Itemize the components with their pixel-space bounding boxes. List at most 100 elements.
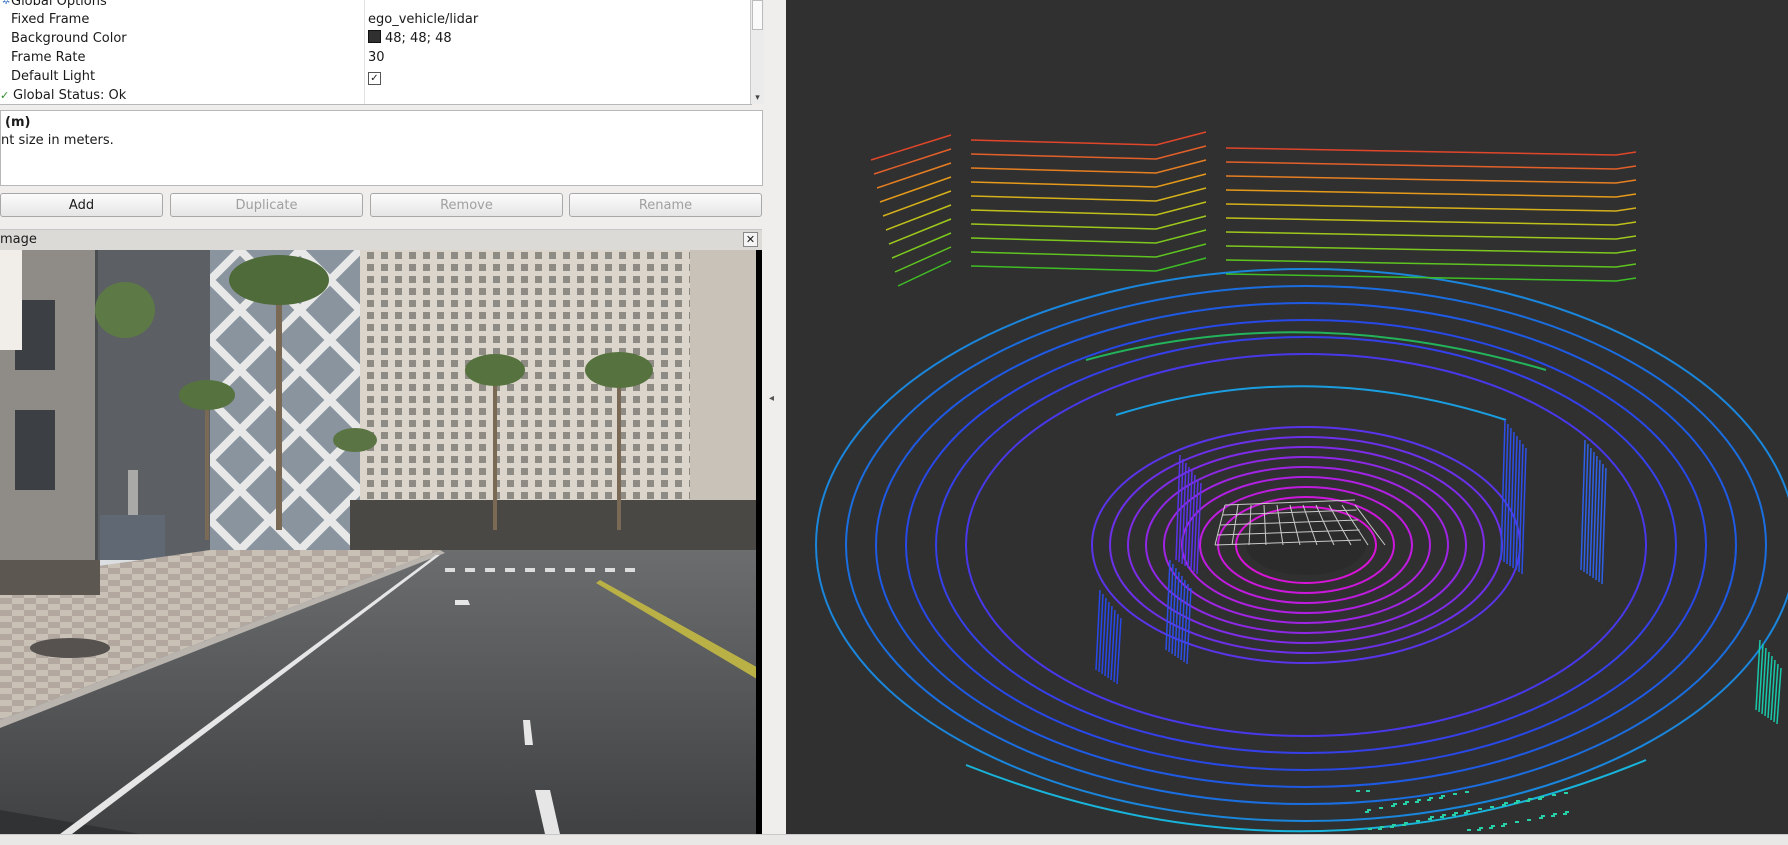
add-button[interactable]: Add [0,193,163,217]
ground-point [1467,829,1471,831]
close-icon[interactable]: ✕ [743,232,758,247]
ground-point [1365,811,1369,813]
ground-point [1464,812,1468,814]
ground-point [1479,827,1483,829]
ground-point [1491,825,1495,827]
ground-point [1453,793,1457,795]
ground-point [1465,791,1469,793]
ground-point [1563,813,1567,815]
ground-point [1390,826,1394,828]
ground-point [1417,799,1421,801]
ground-point [1564,792,1568,794]
ground-point [1540,796,1544,798]
3d-viewport[interactable] [786,0,1788,834]
ground-point [1440,816,1444,818]
default-light-row[interactable]: Default Light ✓ [0,67,750,86]
frame-rate-row[interactable]: Frame Rate 30 [0,48,750,67]
description-title: (m) [5,115,31,130]
ground-point [1489,827,1493,829]
ground-point [1526,800,1530,802]
remove-button[interactable]: Remove [370,193,563,217]
ground-point [1454,812,1458,814]
scrollbar-thumb[interactable] [752,0,763,30]
panel-splitter[interactable]: ◂ [764,0,786,844]
global-status-label: Global Status: Ok [13,88,127,103]
fixed-frame-label: Fixed Frame [11,12,90,27]
ground-point [1405,801,1409,803]
ground-point [1565,811,1569,813]
ground-point [1427,799,1431,801]
frame-rate-label: Frame Rate [11,50,86,65]
ground-point [1402,824,1406,826]
ground-point [1502,804,1506,806]
ground-point [1391,805,1395,807]
ground-point [1490,806,1494,808]
ground-point [1478,808,1482,810]
ground-point [1514,802,1518,804]
ground-point [1528,798,1532,800]
ground-point [1378,828,1382,830]
global-status-row[interactable]: ✓ Global Status: Ok [0,86,750,105]
ground-point [1429,797,1433,799]
duplicate-button[interactable]: Duplicate [170,193,363,217]
displays-property-tree[interactable]: ✲ Global Options Fixed Frame ego_vehicle… [0,0,764,105]
lidar-pointcloud [786,0,1788,834]
camera-image [0,250,762,834]
default-light-value: ✓ [368,67,381,86]
collapse-left-icon[interactable]: ◂ [769,393,774,404]
frame-rate-value[interactable]: 30 [368,48,385,67]
ground-point [1527,819,1531,821]
ground-point [1368,828,1372,830]
ground-point [1439,797,1443,799]
ground-point [1356,790,1360,792]
property-description: (m) nt size in meters. [0,110,763,186]
ground-point [1404,822,1408,824]
default-light-checkbox[interactable]: ✓ [368,72,381,85]
ground-point [1442,814,1446,816]
ground-point [1367,809,1371,811]
status-bar [0,834,1788,845]
ground-point [1393,803,1397,805]
ground-point [1553,813,1557,815]
ground-point [1551,815,1555,817]
ground-point [1466,810,1470,812]
ground-point [1441,795,1445,797]
background-color-row[interactable]: Background Color 48; 48; 48 [0,29,750,48]
rename-button[interactable]: Rename [569,193,762,217]
left-panel: ✲ Global Options Fixed Frame ego_vehicle… [0,0,764,844]
image-panel-titlebar[interactable]: mage ✕ [0,229,762,251]
ground-point [1541,815,1545,817]
fixed-frame-row[interactable]: Fixed Frame ego_vehicle/lidar [0,10,750,29]
ground-point [1403,803,1407,805]
ground-point [1515,821,1519,823]
fixed-frame-value[interactable]: ego_vehicle/lidar [368,10,478,29]
ground-point [1392,824,1396,826]
ground-point [1538,798,1542,800]
camera-image-view [0,250,762,834]
background-color-value[interactable]: 48; 48; 48 [368,29,452,48]
image-panel-title: mage [0,232,37,247]
ground-hole [1246,515,1366,575]
ground-point [1501,825,1505,827]
ground-point [1430,816,1434,818]
property-scrollbar[interactable]: ▾ [750,0,764,104]
ground-point [1428,818,1432,820]
description-text: nt size in meters. [1,133,114,148]
background-color-text: 48; 48; 48 [385,31,452,46]
ground-point [1380,826,1384,828]
ground-point [1379,807,1383,809]
ground-point [1504,802,1508,804]
ground-point [1539,817,1543,819]
scroll-down-icon[interactable]: ▾ [751,93,764,103]
default-light-label: Default Light [11,69,96,84]
check-icon: ✓ [0,89,10,102]
ground-point [1452,814,1456,816]
ground-point [1516,800,1520,802]
ground-point [1503,823,1507,825]
ground-point [1366,790,1370,792]
color-swatch [368,30,381,43]
ground-point [1415,801,1419,803]
ground-point [1552,794,1556,796]
ground-point [1477,829,1481,831]
ground-point [1416,820,1420,822]
